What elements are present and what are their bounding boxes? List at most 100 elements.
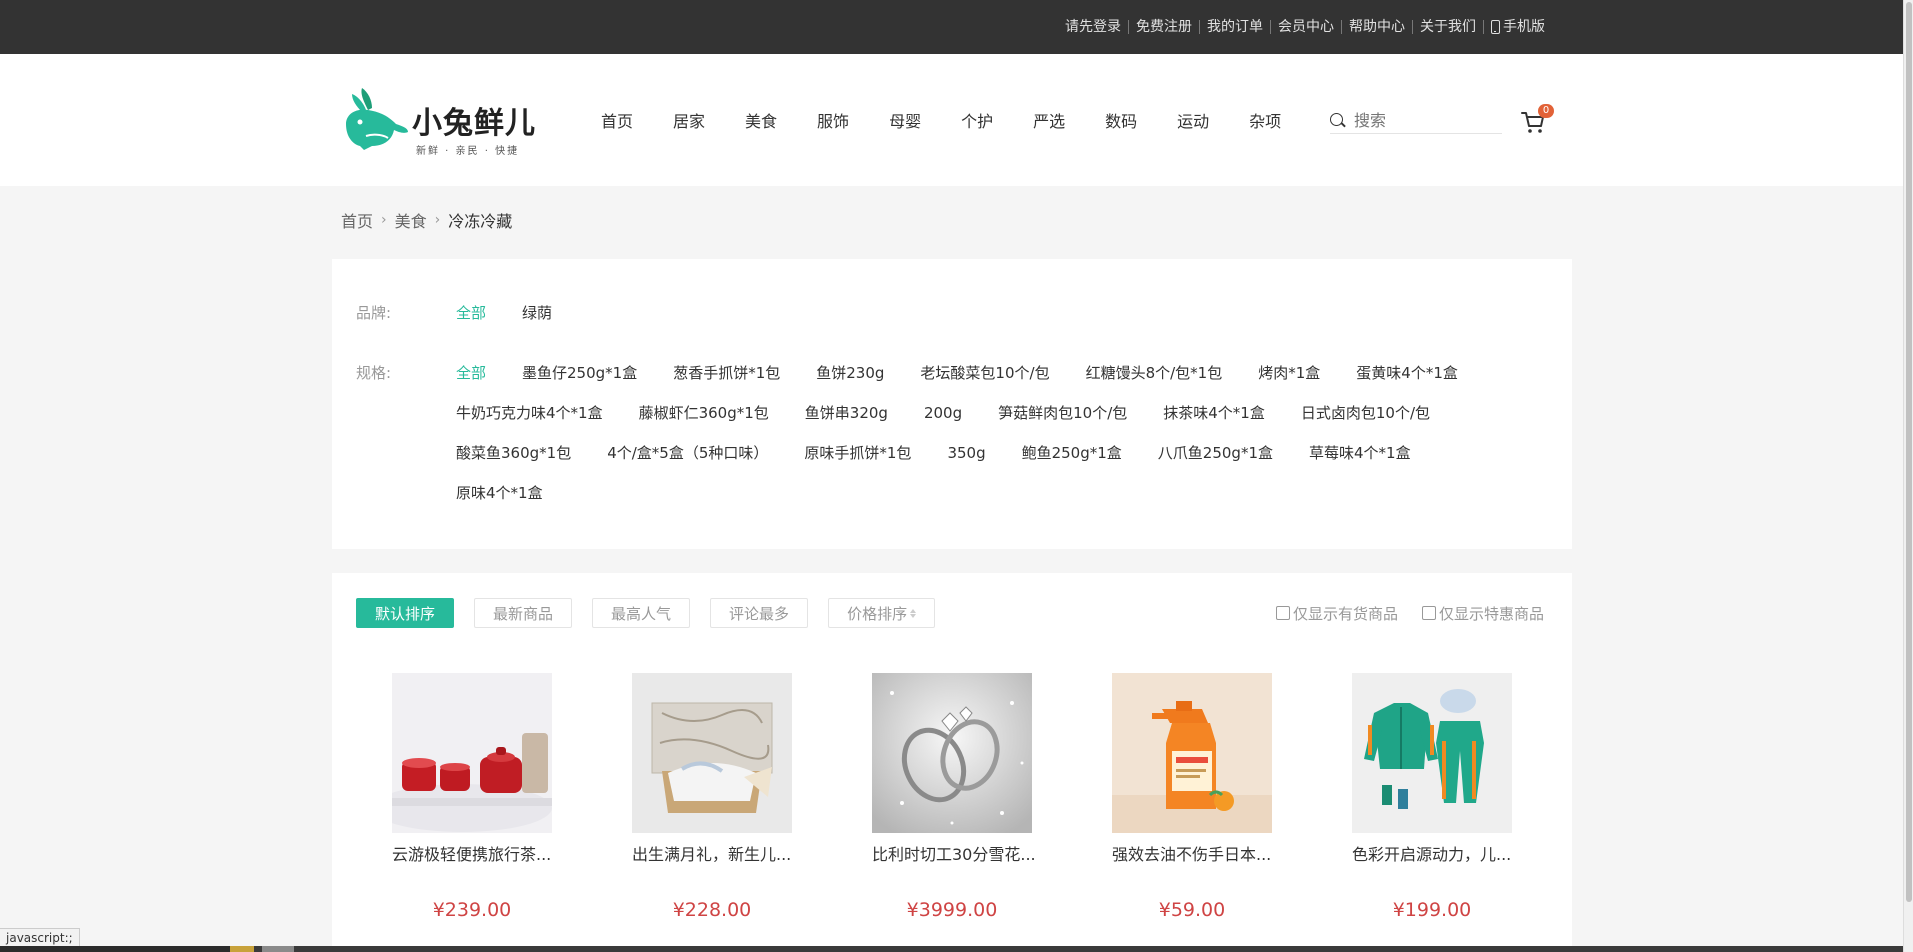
diamond-rings-image	[872, 673, 1032, 833]
in-stock-checkbox[interactable]: 仅显示有货商品	[1275, 603, 1398, 624]
sort-price-button[interactable]: 价格排序	[828, 598, 936, 628]
search-input[interactable]	[1354, 111, 1494, 130]
spec-option[interactable]: 红糖馒头8个/包*1包	[1086, 353, 1223, 393]
goods-item[interactable]: 强效去油不伤手日本... ¥59.00	[1052, 673, 1272, 952]
breadcrumb-home[interactable]: 首页	[341, 208, 373, 232]
spec-option[interactable]: 鱼饼串320g	[805, 393, 888, 433]
goods-price: ¥59.00	[1158, 899, 1226, 921]
nav-item-home[interactable]: 首页	[601, 108, 633, 132]
spec-option[interactable]: 蛋黄味4个*1盒	[1356, 353, 1458, 393]
on-sale-label: 仅显示特惠商品	[1438, 604, 1544, 623]
red-tea-set-image	[392, 673, 552, 833]
spec-option[interactable]: 烤肉*1盒	[1258, 353, 1320, 393]
nav-item-apparel[interactable]: 服饰	[817, 108, 849, 132]
sort-popular-button[interactable]: 最高人气	[592, 598, 691, 628]
bottom-strip	[0, 946, 1903, 952]
help-center-link[interactable]: 帮助中心	[1341, 20, 1412, 34]
spec-option[interactable]: 牛奶巧克力味4个*1盒	[456, 393, 603, 433]
brand-filter-options: 全部 绿荫	[456, 293, 1546, 333]
spec-option[interactable]: 藤椒虾仁360g*1包	[639, 393, 769, 433]
breadcrumb: 首页 › 美食 › 冷冻冷藏	[341, 208, 513, 232]
rabbit-logo-icon	[346, 88, 408, 150]
logo-slogan: 新鲜 · 亲民 · 快捷	[416, 146, 520, 157]
search-icon[interactable]	[1330, 112, 1346, 129]
goods-image[interactable]	[872, 673, 1032, 833]
nav-item-selection[interactable]: 严选	[1033, 108, 1065, 132]
register-link[interactable]: 免费注册	[1128, 20, 1199, 34]
goods-price: ¥199.00	[1392, 899, 1472, 921]
spec-option[interactable]: 葱香手抓饼*1包	[673, 353, 780, 393]
goods-item[interactable]: 比利时切工30分雪花... ¥3999.00	[812, 673, 1036, 952]
spec-filter-options: 全部 墨鱼仔250g*1盒 葱香手抓饼*1包 鱼饼230g 老坛酸菜包10个/包…	[456, 353, 1546, 513]
nav-item-sports[interactable]: 运动	[1177, 108, 1209, 132]
top-bar: 请先登录 免费注册 我的订单 会员中心 帮助中心 关于我们 手机版	[0, 0, 1903, 54]
goods-price: ¥228.00	[672, 899, 752, 921]
sort-most-reviews-button[interactable]: 评论最多	[710, 598, 809, 628]
spec-option[interactable]: 原味4个*1盒	[456, 473, 543, 513]
nav-item-personal-care[interactable]: 个护	[961, 108, 993, 132]
goods-item[interactable]: 出生满月礼，新生儿... ¥228.00	[572, 673, 792, 952]
brand-option[interactable]: 绿荫	[522, 293, 552, 333]
spec-option[interactable]: 墨鱼仔250g*1盒	[522, 353, 637, 393]
login-link[interactable]: 请先登录	[1058, 20, 1128, 34]
spec-option[interactable]: 日式卤肉包10个/包	[1301, 393, 1430, 433]
spec-option[interactable]: 全部	[456, 353, 486, 393]
goods-name[interactable]: 色彩开启源动力，儿...	[1352, 841, 1522, 865]
goods-image[interactable]	[1352, 673, 1512, 833]
spec-option[interactable]: 笋菇鲜肉包10个/包	[998, 393, 1127, 433]
goods-name[interactable]: 出生满月礼，新生儿...	[632, 841, 802, 865]
breadcrumb-category[interactable]: 美食	[395, 208, 427, 232]
page-scrollbar[interactable]	[1903, 0, 1913, 952]
spec-option[interactable]: 原味手抓饼*1包	[804, 433, 911, 473]
goods-name[interactable]: 比利时切工30分雪花...	[872, 841, 1042, 865]
cleaner-spray-image	[1112, 673, 1272, 833]
nav-item-misc[interactable]: 杂项	[1249, 108, 1281, 132]
about-us-link[interactable]: 关于我们	[1412, 20, 1483, 34]
spec-option[interactable]: 老坛酸菜包10个/包	[920, 353, 1049, 393]
goods-name[interactable]: 强效去油不伤手日本...	[1112, 841, 1282, 865]
breadcrumb-current: 冷冻冷藏	[448, 212, 513, 231]
nav-item-baby[interactable]: 母婴	[889, 108, 921, 132]
spec-option[interactable]: 草莓味4个*1盒	[1309, 433, 1411, 473]
spec-option[interactable]: 鱼饼230g	[816, 353, 884, 393]
my-orders-link[interactable]: 我的订单	[1199, 20, 1270, 34]
site-logo[interactable]: 小兔鲜儿 新鲜 · 亲民 · 快捷	[342, 84, 542, 157]
spec-option[interactable]: 酸菜鱼360g*1包	[456, 433, 571, 473]
spec-option[interactable]: 鲍鱼250g*1盒	[1022, 433, 1122, 473]
site-header: 小兔鲜儿 新鲜 · 亲民 · 快捷 首页 居家 美食 服饰 母婴 个护 严选 数…	[0, 54, 1903, 186]
goods-item[interactable]: 色彩开启源动力，儿... ¥199.00	[1292, 673, 1512, 952]
nav-item-home-living[interactable]: 居家	[673, 108, 705, 132]
member-center-link[interactable]: 会员中心	[1270, 20, 1341, 34]
goods-image[interactable]	[392, 673, 552, 833]
goods-image[interactable]	[1112, 673, 1272, 833]
browser-status-bar: javascript:;	[0, 928, 80, 948]
spec-option[interactable]: 200g	[924, 393, 962, 433]
brand-option[interactable]: 全部	[456, 293, 486, 333]
spec-filter-label: 规格:	[356, 364, 392, 382]
goods-item[interactable]: 云游极轻便携旅行茶... ¥239.00	[332, 673, 552, 952]
on-sale-checkbox[interactable]: 仅显示特惠商品	[1421, 603, 1544, 624]
nav-item-food[interactable]: 美食	[745, 108, 777, 132]
goods-price: ¥239.00	[432, 899, 512, 921]
baby-gift-box-image	[632, 673, 792, 833]
check-filters: 仅显示有货商品 仅显示特惠商品	[1252, 598, 1544, 628]
spec-option[interactable]: 350g	[947, 433, 985, 473]
spec-option[interactable]: 抹茶味4个*1盒	[1163, 393, 1265, 433]
sort-arrows-icon	[910, 608, 917, 618]
nav-item-digital[interactable]: 数码	[1105, 108, 1137, 132]
scrollbar-thumb[interactable]	[1906, 2, 1912, 902]
spec-option[interactable]: 4个/盒*5盒（5种口味）	[607, 433, 768, 473]
spec-option[interactable]: 八爪鱼250g*1盒	[1158, 433, 1273, 473]
goods-panel: 默认排序 最新商品 最高人气 评论最多 价格排序 仅显示有货商品 仅显示特惠商品	[332, 573, 1572, 952]
phone-icon	[1491, 20, 1500, 34]
cart-button[interactable]: 0	[1520, 104, 1556, 136]
logo-text: 小兔鲜儿	[412, 106, 536, 141]
sort-default-button[interactable]: 默认排序	[356, 598, 455, 628]
mobile-version-link[interactable]: 手机版	[1483, 20, 1552, 34]
kids-sportswear-image	[1352, 673, 1512, 833]
goods-name[interactable]: 云游极轻便携旅行茶...	[392, 841, 562, 865]
sort-newest-button[interactable]: 最新商品	[474, 598, 573, 628]
main-nav: 首页 居家 美食 服饰 母婴 个护 严选 数码 运动 杂项	[601, 54, 1321, 186]
goods-image[interactable]	[632, 673, 792, 833]
filter-panel: 品牌: 全部 绿荫 规格: 全部 墨鱼仔250g*1盒 葱香手抓饼*1包 鱼饼2…	[332, 259, 1572, 549]
